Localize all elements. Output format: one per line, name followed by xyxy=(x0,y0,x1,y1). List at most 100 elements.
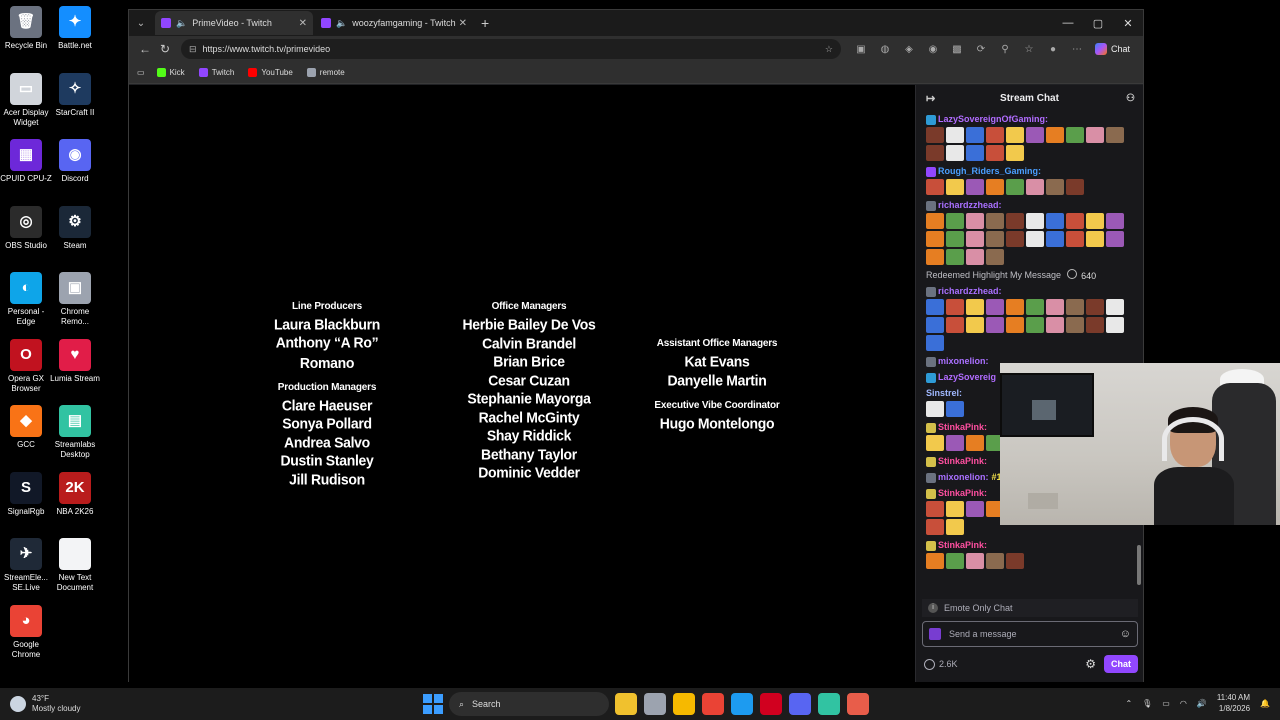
emote-icon[interactable] xyxy=(986,553,1004,569)
maximize-icon[interactable]: ▢ xyxy=(1083,17,1113,30)
emote-icon[interactable] xyxy=(946,553,964,569)
emote-icon[interactable] xyxy=(1046,231,1064,247)
weather-widget[interactable]: 43°F Mostly cloudy xyxy=(0,694,80,714)
desktop-icon[interactable]: ▭ Acer Display Widget xyxy=(0,72,52,128)
emote-icon[interactable] xyxy=(1066,317,1084,333)
emote-icon[interactable] xyxy=(1066,127,1084,143)
emote-icon[interactable] xyxy=(1026,299,1044,315)
start-button-icon[interactable] xyxy=(423,694,443,714)
emote-icon[interactable] xyxy=(1026,317,1044,333)
emote-icon[interactable] xyxy=(1026,127,1044,143)
emote-picker-icon[interactable]: ☺ xyxy=(1120,628,1131,640)
chat-badge-icon[interactable] xyxy=(926,166,936,177)
microphone-icon[interactable]: 🎙 xyxy=(1142,699,1152,708)
emote-icon[interactable] xyxy=(1026,231,1044,247)
channel-points-count[interactable]: 2.6K xyxy=(939,659,958,669)
emote-icon[interactable] xyxy=(946,249,964,265)
emote-icon[interactable] xyxy=(926,213,944,229)
chat-badge-icon[interactable] xyxy=(926,356,936,367)
emote-icon[interactable] xyxy=(986,213,1004,229)
minimize-icon[interactable]: — xyxy=(1053,17,1083,30)
chat-username[interactable]: mixonelion: xyxy=(938,472,989,482)
chat-username[interactable]: StinkaPink: xyxy=(938,456,987,466)
emote-icon[interactable] xyxy=(946,401,964,417)
chat-username[interactable]: Rough_Riders_Gaming: xyxy=(938,166,1041,176)
taskbar-app-icon[interactable] xyxy=(702,693,724,715)
chat-username[interactable]: StinkaPink: xyxy=(938,540,987,550)
emote-icon[interactable] xyxy=(1006,179,1024,195)
desktop-icon[interactable]: ✦ Battle.net xyxy=(49,6,101,51)
emote-icon[interactable] xyxy=(986,299,1004,315)
emote-icon[interactable] xyxy=(1106,213,1124,229)
chat-username[interactable]: richardzzhead: xyxy=(938,286,1002,296)
emote-icon[interactable] xyxy=(966,231,984,247)
emote-icon[interactable] xyxy=(1066,231,1084,247)
bookmarks-sidebar-icon[interactable]: ▭ xyxy=(137,68,145,77)
profile-avatar-icon[interactable]: ● xyxy=(1041,44,1065,55)
emote-icon[interactable] xyxy=(966,213,984,229)
favorite-star-icon[interactable]: ☆ xyxy=(825,44,833,55)
desktop-icon[interactable]: S SignalRgb xyxy=(0,471,52,517)
refresh-icon[interactable]: ↻ xyxy=(155,42,175,56)
chat-badge-icon[interactable] xyxy=(926,372,936,383)
chat-username[interactable]: Sinstrel: xyxy=(926,388,962,398)
emote-icon[interactable] xyxy=(986,231,1004,247)
desktop-icon[interactable]: ✧ StarCraft II xyxy=(49,72,101,118)
emote-icon[interactable] xyxy=(926,401,944,417)
desktop-icon[interactable]: New Text Document xyxy=(49,538,101,593)
emote-icon[interactable] xyxy=(986,127,1004,143)
favorites-icon[interactable]: ☆ xyxy=(1017,44,1041,55)
desktop-icon[interactable]: 🗑 Recycle Bin xyxy=(0,6,52,51)
refresh-extension-icon[interactable]: ⟳ xyxy=(969,44,993,55)
emote-icon[interactable] xyxy=(1086,213,1104,229)
emote-icon[interactable] xyxy=(966,127,984,143)
wifi-icon[interactable]: ◠ xyxy=(1180,699,1187,708)
url-field[interactable]: ⊟ https://www.twitch.tv/primevideo ☆ xyxy=(181,39,841,59)
emote-icon[interactable] xyxy=(1026,213,1044,229)
collapse-chat-icon[interactable]: ↦ xyxy=(926,92,935,105)
bookmark-kick[interactable]: Kick xyxy=(156,68,185,77)
tab-actions-icon[interactable]: ⌄ xyxy=(129,12,153,34)
emote-icon[interactable] xyxy=(1066,213,1084,229)
emote-icon[interactable] xyxy=(1046,317,1064,333)
emote-icon[interactable] xyxy=(1086,317,1104,333)
emote-icon[interactable] xyxy=(926,519,944,535)
close-tab-icon[interactable]: ✕ xyxy=(459,18,467,29)
taskbar-app-icon[interactable] xyxy=(731,693,753,715)
desktop-icon[interactable]: ◉ Discord xyxy=(49,139,101,184)
video-player[interactable]: Line Producers Laura Blackburn Anthony “A … xyxy=(129,85,915,682)
emote-icon[interactable] xyxy=(986,179,1004,195)
chat-settings-icon[interactable]: ⚙ xyxy=(1085,657,1096,671)
emote-icon[interactable] xyxy=(926,127,944,143)
taskbar-app-icon[interactable] xyxy=(789,693,811,715)
taskbar-search[interactable]: ⌕ Search xyxy=(449,692,609,716)
chat-username[interactable]: LazySovereignOfGaming: xyxy=(938,114,1048,124)
emote-icon[interactable] xyxy=(986,145,1004,161)
community-icon[interactable]: ⚇ xyxy=(1126,93,1135,104)
chat-username[interactable]: mixonelion: xyxy=(938,356,989,366)
chat-username[interactable]: StinkaPink: xyxy=(938,488,987,498)
emote-icon[interactable] xyxy=(1006,317,1024,333)
emote-icon[interactable] xyxy=(1046,299,1064,315)
emote-icon[interactable] xyxy=(946,213,964,229)
emote-icon[interactable] xyxy=(946,179,964,195)
emote-icon[interactable] xyxy=(1046,179,1064,195)
emote-icon[interactable] xyxy=(1066,179,1084,195)
more-options-icon[interactable]: ⋯ xyxy=(1065,44,1089,55)
emote-icon[interactable] xyxy=(1006,145,1024,161)
emote-icon[interactable] xyxy=(926,179,944,195)
close-tab-icon[interactable]: ✕ xyxy=(299,18,307,29)
emote-icon[interactable] xyxy=(1006,299,1024,315)
emote-icon[interactable] xyxy=(1106,231,1124,247)
emote-icon[interactable] xyxy=(1106,127,1124,143)
chat-input[interactable]: Send a message ☺ xyxy=(922,621,1138,647)
emote-icon[interactable] xyxy=(946,519,964,535)
emote-icon[interactable] xyxy=(986,317,1004,333)
desktop-icon[interactable]: ✈ StreamEle... SE.Live xyxy=(0,538,52,593)
emote-icon[interactable] xyxy=(966,145,984,161)
close-window-icon[interactable]: ✕ xyxy=(1113,17,1143,30)
chat-badge-icon[interactable] xyxy=(926,286,936,297)
chat-badge-icon[interactable] xyxy=(926,488,936,499)
notifications-icon[interactable]: 🔔 xyxy=(1260,699,1270,708)
emote-icon[interactable] xyxy=(926,231,944,247)
